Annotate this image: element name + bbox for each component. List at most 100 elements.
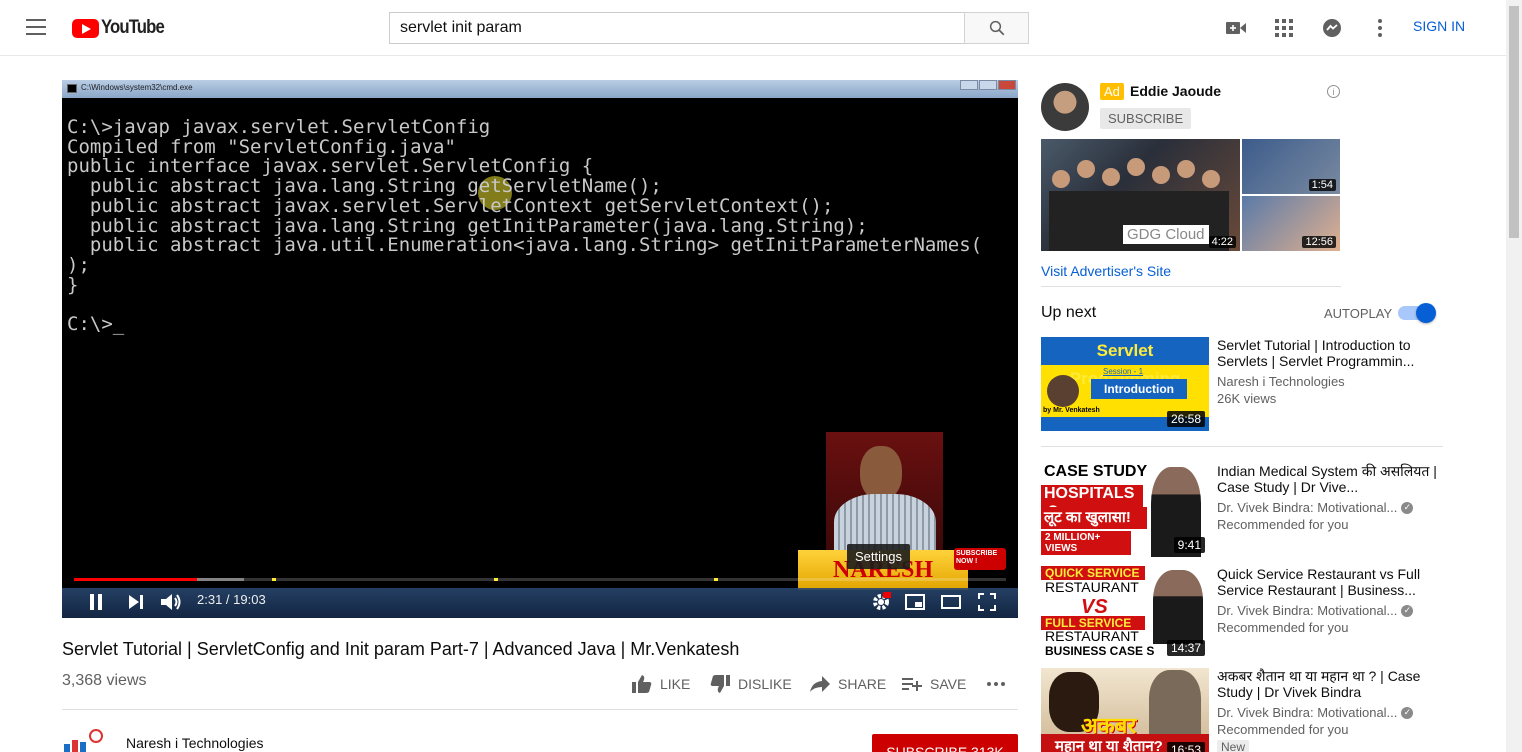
verified-icon: ✓ [1401, 706, 1414, 719]
ad-video-thumbnail[interactable]: 12:56 [1242, 196, 1340, 251]
advertiser-avatar[interactable] [1041, 83, 1089, 131]
ad-subscribe-button[interactable]: SUBSCRIBE [1100, 108, 1192, 129]
autoplay-label: AUTOPLAY [1324, 306, 1393, 321]
thumb-text: RESTAURANT [1045, 628, 1139, 644]
console-line: public abstract javax.servlet.ServletCon… [67, 194, 834, 217]
apps-grid-icon[interactable] [1272, 16, 1296, 40]
thumb-text: HOSPITALS की [1041, 485, 1143, 524]
sign-in-button[interactable]: SIGN IN [1413, 18, 1465, 34]
channel-label: Dr. Vivek Bindra: Motivational... [1217, 603, 1398, 618]
video-thumbnail[interactable]: अकबर महान था या शैतान? 16:53 [1041, 668, 1209, 752]
ad-marker [272, 578, 276, 581]
recommended-video[interactable]: CASE STUDY HOSPITALS की लूट का खुलासा! 2… [1041, 463, 1445, 557]
channel-name: Dr. Vivek Bindra: Motivational... ✓ [1217, 603, 1414, 618]
thumb-text: Servlet Programming [1041, 337, 1209, 388]
thumb-text: QUICK SERVICE [1041, 566, 1145, 580]
recommended-video[interactable]: Servlet Programming Session - 1 Introduc… [1041, 337, 1445, 431]
like-label: LIKE [660, 676, 691, 692]
ad-video-thumbnail[interactable]: 1:54 [1242, 139, 1340, 194]
video-title[interactable]: Servlet Tutorial | Introduction to Servl… [1217, 337, 1437, 369]
info-icon[interactable]: i [1327, 85, 1340, 98]
fullscreen-icon [978, 593, 996, 611]
video-title[interactable]: Quick Service Restaurant vs Full Service… [1217, 566, 1437, 598]
divider [1041, 446, 1443, 447]
ad-badge: Ad [1100, 83, 1124, 100]
gdg-cloud-label: GDG Cloud [1123, 225, 1209, 244]
logo-text: YouTube [101, 17, 165, 38]
visit-advertiser-link[interactable]: Visit Advertiser's Site [1041, 263, 1171, 279]
pause-icon [90, 594, 102, 610]
messages-icon[interactable] [1320, 16, 1344, 40]
dislike-button[interactable]: DISLIKE [710, 674, 792, 694]
miniplayer-button[interactable] [904, 590, 926, 614]
skip-next-icon [129, 595, 143, 609]
ad-video-thumbnail[interactable]: GDG Cloud 4:22 [1041, 139, 1240, 251]
thumb-text: 2 MILLION+ VIEWS [1041, 531, 1131, 555]
settings-button[interactable] [870, 590, 892, 614]
window-buttons [960, 80, 1016, 90]
save-button[interactable]: SAVE [902, 674, 966, 694]
channel-name[interactable]: Naresh i Technologies [126, 735, 264, 751]
playlist-add-icon [902, 678, 922, 691]
volume-button[interactable] [160, 590, 184, 614]
thumb-up-icon [632, 675, 652, 693]
cmd-icon [67, 84, 77, 93]
search-button[interactable] [964, 12, 1029, 44]
thumb-text: RESTAURANT [1045, 579, 1139, 595]
page-scrollbar[interactable] [1506, 0, 1522, 752]
video-meta: 26K views [1217, 391, 1277, 406]
video-thumbnail[interactable]: CASE STUDY HOSPITALS की लूट का खुलासा! 2… [1041, 463, 1209, 557]
theater-mode-button[interactable] [940, 590, 962, 614]
view-count: 3,368 views [62, 672, 147, 689]
search-input[interactable] [389, 12, 965, 44]
miniplayer-icon [905, 594, 925, 610]
ad-duration: 1:54 [1308, 179, 1336, 191]
thumb-text: Introduction [1091, 379, 1187, 399]
create-video-icon[interactable] [1224, 16, 1248, 40]
search-bar [389, 12, 1029, 44]
thumb-text: Session - 1 [1103, 367, 1144, 376]
subscribe-button[interactable]: SUBSCRIBE 313K [872, 734, 1018, 752]
thumb-text: by Mr. Venkatesh [1043, 407, 1100, 414]
autoplay-toggle[interactable] [1398, 303, 1436, 323]
recommended-video[interactable]: QUICK SERVICE RESTAURANT VS FULL SERVICE… [1041, 566, 1445, 660]
subscribe-stamp: SUBSCRIBE NOW ! [954, 548, 1006, 570]
video-duration: 16:53 [1166, 742, 1205, 752]
ad-marker [494, 578, 498, 581]
video-thumbnail[interactable]: Servlet Programming Session - 1 Introduc… [1041, 337, 1209, 431]
next-button[interactable] [126, 590, 146, 614]
thumb-down-icon [710, 675, 730, 693]
more-horiz-icon [987, 682, 1005, 686]
ad-marker [714, 578, 718, 581]
like-button[interactable]: LIKE [632, 674, 690, 694]
thumb-text: लूट का खुलासा! [1041, 507, 1147, 529]
settings-tooltip: Settings [847, 544, 910, 569]
video-meta: Recommended for you [1217, 620, 1349, 635]
dislike-label: DISLIKE [738, 676, 792, 692]
console-output: C:\>javap javax.servlet.ServletConfig Com… [67, 116, 982, 335]
time-display: 2:31 / 19:03 [197, 592, 266, 607]
channel-label: Naresh i Technologies [1217, 374, 1345, 389]
share-button[interactable]: SHARE [810, 674, 886, 694]
video-duration: 14:37 [1166, 640, 1205, 656]
channel-name: Dr. Vivek Bindra: Motivational... ✓ [1217, 500, 1414, 515]
pause-button[interactable] [86, 590, 106, 614]
recommended-video[interactable]: अकबर महान था या शैतान? 16:53 अकबर शैतान … [1041, 668, 1445, 752]
channel-avatar[interactable] [62, 728, 110, 752]
menu-icon[interactable] [26, 19, 46, 37]
progress-bar[interactable] [74, 578, 1006, 581]
console-line: ); [67, 253, 90, 276]
ad-duration: 4:22 [1208, 236, 1236, 248]
fullscreen-button[interactable] [976, 590, 998, 614]
more-vert-icon[interactable] [1368, 16, 1392, 40]
youtube-logo[interactable]: YouTube [72, 17, 172, 38]
video-player[interactable]: C:\Windows\system32\cmd.exe C:\>javap ja… [62, 80, 1018, 618]
video-title[interactable]: Indian Medical System की असलियत | Case S… [1217, 463, 1437, 495]
more-actions-button[interactable] [986, 674, 1006, 694]
scrollbar-thumb[interactable] [1509, 6, 1519, 238]
advertiser-name[interactable]: Eddie Jaoude [1130, 83, 1221, 99]
video-thumbnail[interactable]: QUICK SERVICE RESTAURANT VS FULL SERVICE… [1041, 566, 1209, 660]
video-title[interactable]: अकबर शैतान था या महान था ? | Case Study … [1217, 668, 1437, 700]
console-line: C:\>javap javax.servlet.ServletConfig [67, 116, 491, 138]
